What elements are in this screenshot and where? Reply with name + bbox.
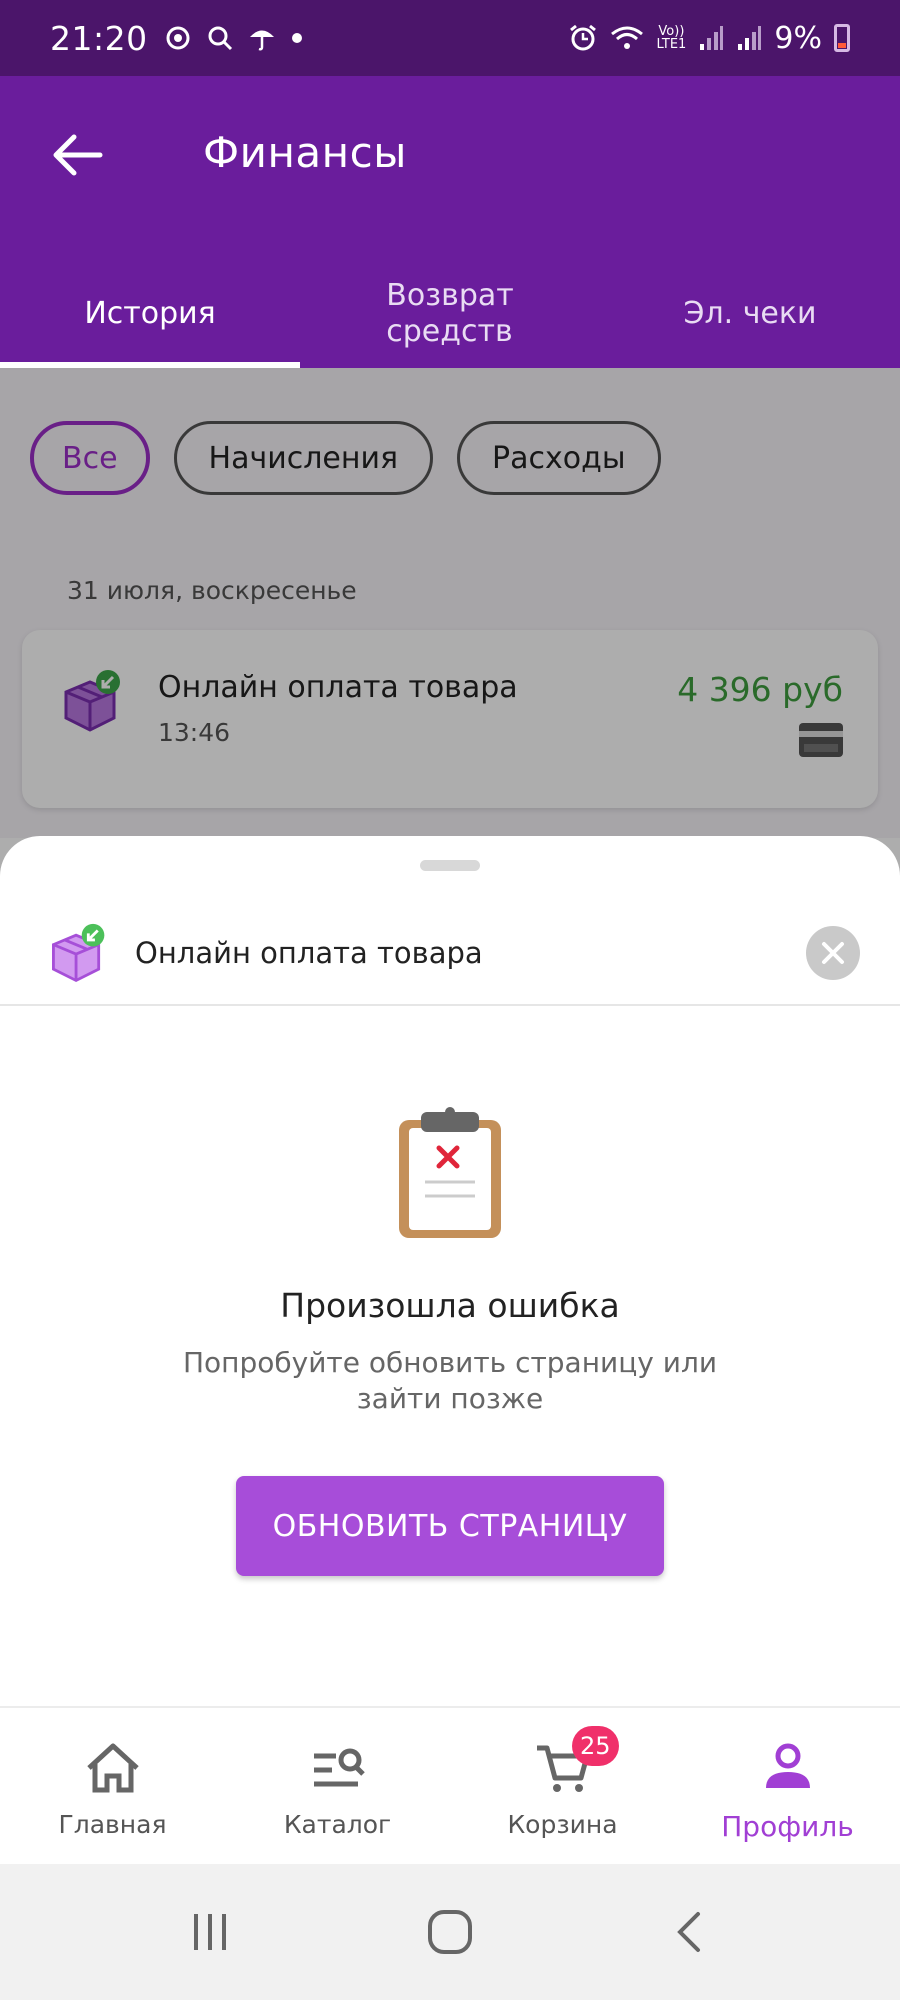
sheet-drag-handle[interactable] [420, 860, 480, 871]
umbrella-icon [249, 30, 274, 51]
nav-item-profile[interactable]: Профиль [675, 1708, 900, 1864]
refresh-page-button[interactable]: ОБНОВИТЬ СТРАНИЦУ [236, 1476, 664, 1576]
nav-label: Главная [58, 1810, 167, 1839]
nav-item-catalog[interactable]: Каталог [225, 1708, 450, 1864]
alarm-icon [570, 24, 597, 51]
clipboard-error-icon [399, 1107, 501, 1238]
status-bar: 21:20 Vo)) LTE1 9% [0, 0, 900, 76]
wifi-icon [611, 26, 644, 49]
screen: 21:20 Vo)) LTE1 9% Финансы История Возвр… [0, 0, 900, 2000]
package-in-icon [52, 923, 105, 983]
catalog-search-icon [313, 1748, 365, 1787]
error-message: Попробуйте обновить страницу или зайти п… [182, 1346, 718, 1415]
error-state: Произошла ошибка Попробуйте обновить стр… [0, 1106, 900, 1417]
search-icon [208, 26, 232, 51]
system-nav-bar [0, 1864, 900, 2000]
sheet-header: Онлайн оплата товара [0, 896, 900, 1006]
error-title: Произошла ошибка [280, 1286, 620, 1325]
battery-percent: 9% [774, 20, 822, 56]
tab-refunds[interactable]: Возврат средств [300, 259, 600, 368]
sync-icon [166, 26, 190, 50]
dim-overlay[interactable] [0, 368, 900, 888]
tab-label: История [84, 295, 216, 331]
nav-label: Каталог [283, 1810, 392, 1839]
back-button[interactable] [50, 130, 106, 180]
tab-receipts[interactable]: Эл. чеки [600, 259, 900, 368]
nav-item-cart[interactable]: 25 Корзина [450, 1708, 675, 1864]
app-bar: Финансы История Возврат средств Эл. чеки [0, 76, 900, 368]
close-button[interactable] [806, 926, 860, 980]
chevron-left-icon [677, 1912, 700, 1952]
tab-history[interactable]: История [0, 259, 300, 368]
nav-label: Корзина [507, 1810, 618, 1839]
signal-icon [700, 26, 724, 50]
battery-icon [834, 24, 850, 52]
status-time: 21:20 [50, 18, 148, 58]
bottom-nav: Главная Каталог 25 Корзина Профиль [0, 1706, 900, 1864]
volte-label: Vo)) LTE1 [656, 24, 687, 52]
tab-label: Возврат средств [386, 277, 514, 349]
tab-bar: История Возврат средств Эл. чеки [0, 259, 900, 368]
home-circle-icon [428, 1910, 472, 1954]
arrow-left-icon [53, 134, 103, 176]
tab-label: Эл. чеки [683, 295, 817, 331]
recent-apps-icon [194, 1914, 226, 1950]
profile-icon [765, 1743, 810, 1788]
signal-icon [738, 26, 762, 50]
home-button[interactable] [420, 1902, 480, 1962]
nav-label: Профиль [721, 1810, 854, 1843]
nav-item-home[interactable]: Главная [0, 1708, 225, 1864]
recent-apps-button[interactable] [180, 1902, 240, 1962]
sheet-title: Онлайн оплата товара [135, 936, 483, 970]
home-icon [86, 1743, 139, 1793]
system-back-button[interactable] [660, 1902, 720, 1962]
close-icon [822, 942, 844, 964]
page-title: Финансы [203, 128, 407, 177]
cart-badge: 25 [572, 1726, 619, 1766]
dot-icon [291, 33, 302, 43]
